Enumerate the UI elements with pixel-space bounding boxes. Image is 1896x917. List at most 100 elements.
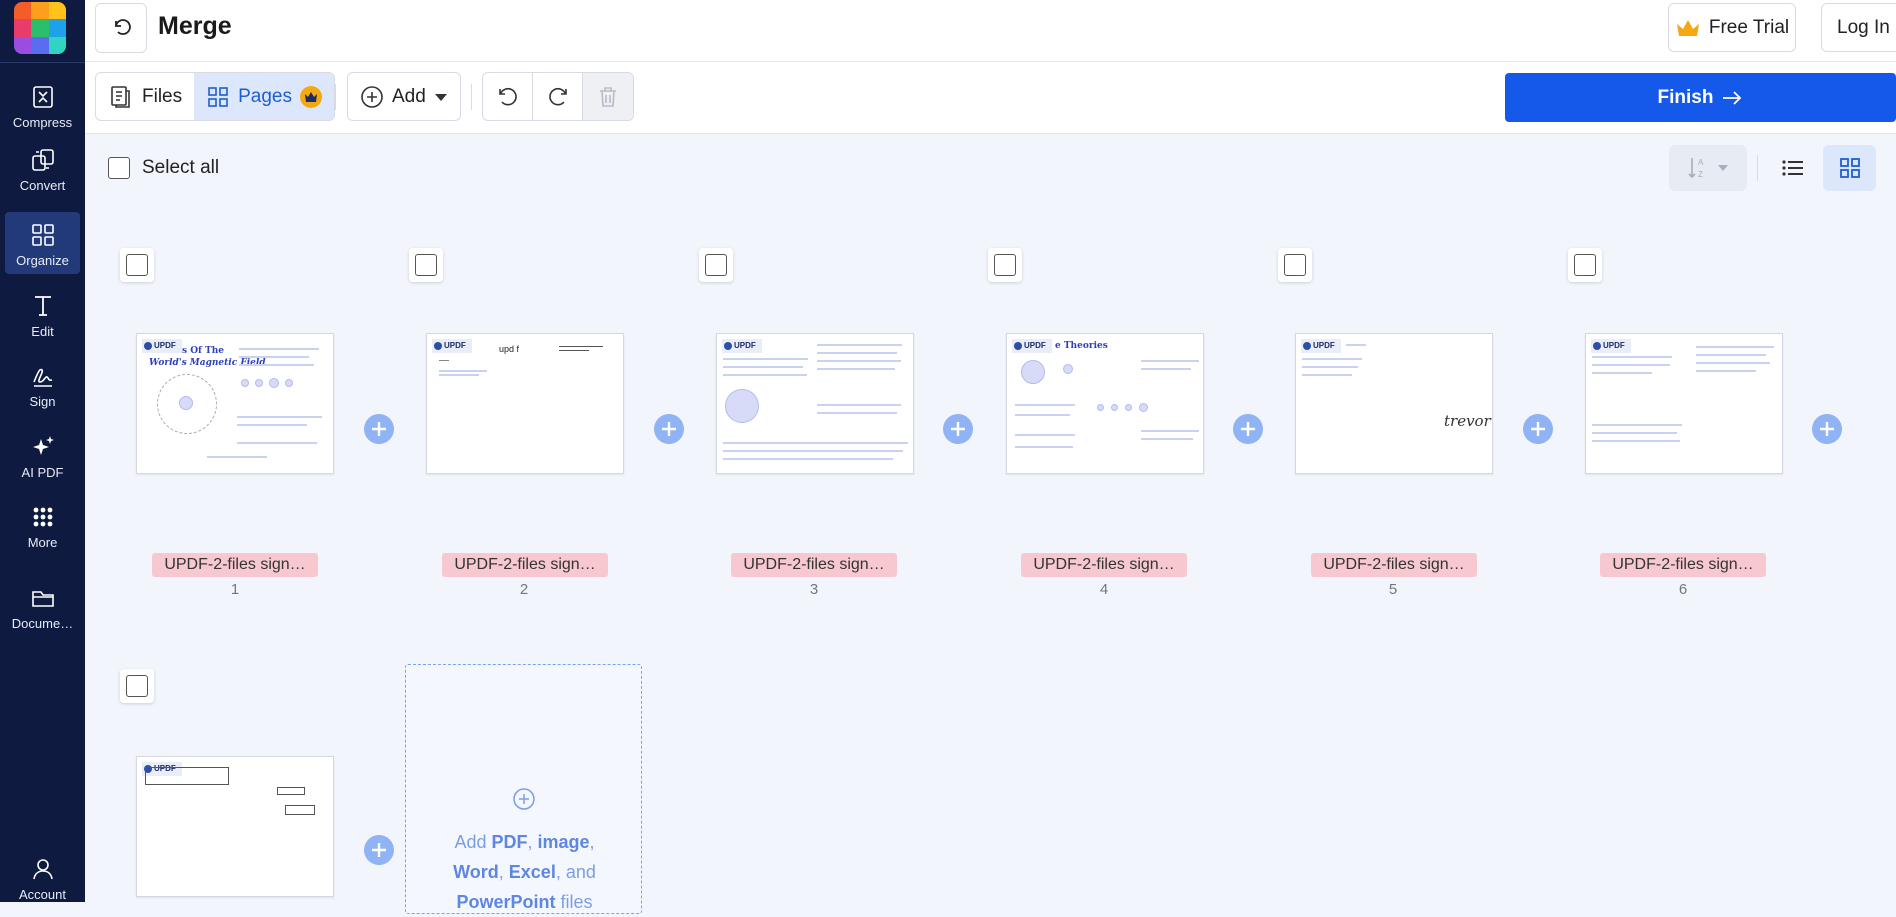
- select-all-checkbox[interactable]: [108, 157, 130, 179]
- dz-powerpoint: PowerPoint: [456, 892, 556, 912]
- page-5-thumbnail[interactable]: UPDF trevor: [1295, 333, 1493, 474]
- updf-logo: UPDF: [722, 339, 762, 353]
- sidebar-item-compress[interactable]: Compress: [5, 74, 80, 136]
- page-3-thumbnail[interactable]: UPDF: [716, 333, 914, 474]
- files-tab-label: Files: [142, 85, 183, 107]
- page-7-thumbnail[interactable]: UPDF: [136, 756, 334, 897]
- insert-after-page-1-button[interactable]: [364, 414, 394, 444]
- sidebar-item-ai-pdf[interactable]: AI PDF: [5, 424, 80, 486]
- caret-down-icon: [1718, 165, 1728, 171]
- thumb-box: [285, 805, 315, 815]
- page-checkbox[interactable]: [126, 675, 148, 697]
- grid-view-button[interactable]: [1823, 145, 1876, 191]
- caret-down-icon: [434, 93, 447, 101]
- page-6-thumbnail[interactable]: UPDF: [1585, 333, 1783, 474]
- page-number: 3: [809, 581, 819, 598]
- login-button[interactable]: Log In: [1821, 3, 1896, 52]
- pages-grid-icon: [208, 86, 228, 107]
- list-view-button[interactable]: [1770, 145, 1816, 191]
- page-number: 6: [1678, 581, 1688, 598]
- thumb-box: [277, 787, 305, 795]
- sidebar-item-label: Compress: [12, 115, 73, 130]
- page-checkbox[interactable]: [415, 254, 437, 276]
- grid-icon: [1839, 158, 1860, 178]
- pages-tab[interactable]: Pages: [194, 73, 334, 120]
- insert-after-page-6-button[interactable]: [1812, 414, 1842, 444]
- page-1-file-chip: UPDF-2-files sign…: [152, 553, 318, 577]
- insert-after-page-5-button[interactable]: [1523, 414, 1553, 444]
- insert-after-page-7-button[interactable]: [364, 835, 394, 865]
- page-checkbox[interactable]: [1574, 254, 1596, 276]
- sidebar-item-account[interactable]: Account: [5, 846, 80, 902]
- app-logo[interactable]: [14, 2, 66, 54]
- ai-sparkle-icon: [32, 436, 54, 455]
- updf-logo: UPDF: [1012, 339, 1052, 353]
- finish-button[interactable]: Finish: [1505, 73, 1896, 122]
- updf-logo: UPDF: [142, 339, 182, 353]
- rotate-left-button[interactable]: [483, 73, 533, 120]
- add-dropdown-button[interactable]: Add: [347, 72, 461, 121]
- page-4-thumbnail[interactable]: UPDF e Theories: [1006, 333, 1204, 474]
- page-6-file-chip: UPDF-2-files sign…: [1600, 553, 1766, 577]
- page-checkbox[interactable]: [126, 254, 148, 276]
- sidebar-item-label: Organize: [16, 253, 69, 268]
- page-number: 5: [1388, 581, 1398, 598]
- insert-after-page-3-button[interactable]: [943, 414, 973, 444]
- plus-icon: [1531, 422, 1545, 436]
- page-checkbox[interactable]: [1284, 254, 1306, 276]
- premium-crown-icon: [300, 85, 322, 108]
- plus-icon: [1820, 422, 1834, 436]
- thumb-title: s Of The: [182, 346, 225, 356]
- page-1-thumbnail[interactable]: UPDF s Of The World's Magnetic Field: [136, 333, 334, 474]
- crown-icon: [1676, 19, 1699, 36]
- files-tab[interactable]: Files: [96, 73, 194, 120]
- thumb-title: e Theories: [1055, 341, 1108, 351]
- insert-after-page-2-button[interactable]: [654, 414, 684, 444]
- sidebar-item-documents[interactable]: Docume…: [5, 575, 80, 637]
- updf-logo: UPDF: [1301, 339, 1341, 353]
- signature-text: trevor: [1444, 412, 1491, 430]
- add-label: Add: [392, 85, 426, 107]
- sidebar-item-label: Edit: [31, 324, 54, 339]
- page-number: 1: [230, 581, 240, 598]
- sort-button[interactable]: AZ: [1669, 145, 1747, 191]
- trash-icon: [600, 86, 616, 107]
- dropzone-text: Add PDF, image, Word, Excel, and PowerPo…: [453, 832, 596, 912]
- plus-icon: [372, 843, 386, 857]
- sidebar-item-edit[interactable]: Edit: [5, 283, 80, 345]
- sidebar-item-more[interactable]: More: [5, 494, 80, 556]
- page-number: 4: [1099, 581, 1109, 598]
- sidebar-item-label: AI PDF: [21, 465, 64, 480]
- add-files-dropzone[interactable]: Add PDF, image, Word, Excel, and PowerPo…: [405, 664, 642, 914]
- free-trial-button[interactable]: Free Trial: [1668, 3, 1796, 52]
- edit-icon: [34, 296, 51, 316]
- list-icon: [1782, 160, 1803, 176]
- convert-icon: [31, 149, 54, 171]
- toolbar: Files Pages Add Finish: [85, 62, 1896, 134]
- dz-pdf: PDF: [491, 832, 528, 852]
- page-2-thumbnail[interactable]: UPDF upd f: [426, 333, 624, 474]
- dz-and: and: [565, 862, 596, 882]
- page-number: 2: [519, 581, 529, 598]
- page-checkbox[interactable]: [705, 254, 727, 276]
- sidebar-item-organize[interactable]: Organize: [5, 212, 80, 274]
- toolbar-divider: [471, 84, 472, 110]
- page-3-checkbox-wrapper: [699, 248, 733, 282]
- page-2-file-chip: UPDF-2-files sign…: [442, 553, 608, 577]
- page-2-checkbox-wrapper: [409, 248, 443, 282]
- sidebar-item-label: Account: [19, 887, 66, 902]
- undo-back-button[interactable]: [95, 3, 147, 53]
- rotate-right-button[interactable]: [533, 73, 583, 120]
- delete-button[interactable]: [583, 73, 633, 120]
- sidebar-item-label: Sign: [29, 394, 56, 409]
- sidebar-item-sign[interactable]: Sign: [5, 353, 80, 415]
- sidebar-item-convert[interactable]: Convert: [5, 137, 80, 199]
- insert-after-page-4-button[interactable]: [1233, 414, 1263, 444]
- account-icon: [32, 859, 53, 880]
- more-grid-icon: [33, 507, 52, 527]
- view-mode-toggle: Files Pages: [95, 72, 335, 121]
- page-checkbox[interactable]: [994, 254, 1016, 276]
- thumb-table: [145, 767, 229, 785]
- page-7-checkbox-wrapper: [120, 669, 154, 703]
- page-title: Merge: [158, 12, 232, 40]
